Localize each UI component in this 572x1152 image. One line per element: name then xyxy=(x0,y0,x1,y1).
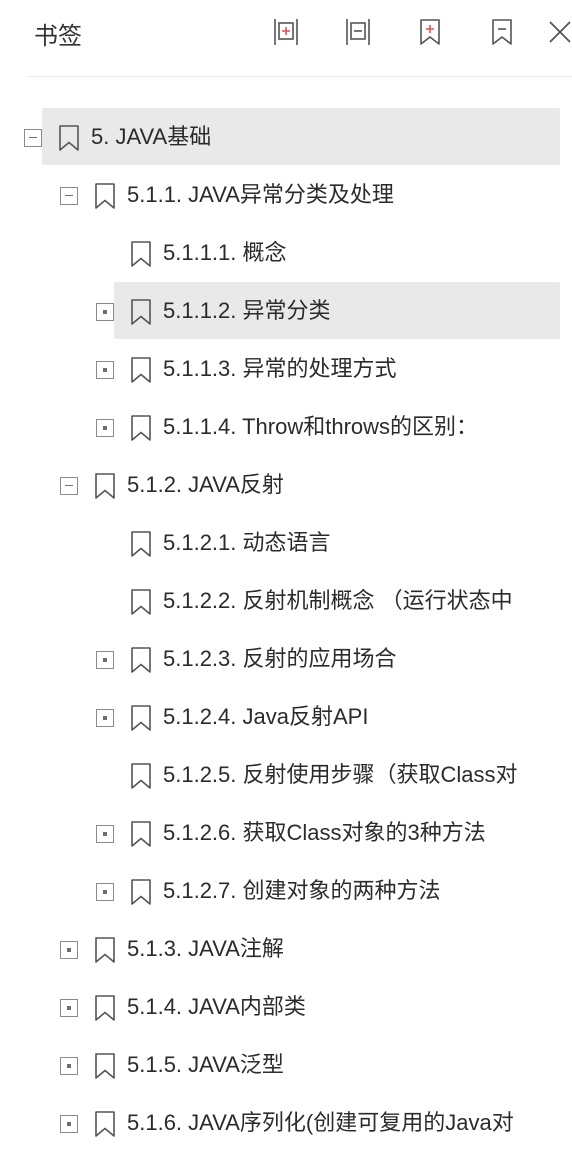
bookmark-icon xyxy=(131,821,151,847)
expand-toggle-icon[interactable] xyxy=(60,941,78,959)
bookmark-icon xyxy=(131,241,151,267)
add-bookmark-icon[interactable] xyxy=(414,16,446,48)
bookmark-icon xyxy=(131,299,151,325)
bookmark-icon xyxy=(95,183,115,209)
expand-toggle-icon[interactable] xyxy=(96,361,114,379)
bookmark-icon xyxy=(131,357,151,383)
bookmark-label: 5.1.2.2. 反射机制概念 （运行状态中 xyxy=(163,588,513,613)
bookmark-item[interactable]: 5.1.1.4. Throw和throws的区别： xyxy=(0,398,572,456)
delete-bookmark-icon[interactable] xyxy=(486,16,518,48)
close-icon[interactable] xyxy=(544,16,572,48)
bookmark-label: 5.1.1.2. 异常分类 xyxy=(163,298,331,323)
bookmark-item[interactable]: 5.1.3. JAVA注解 xyxy=(0,920,572,978)
bookmark-item[interactable]: 5.1.2.5. 反射使用步骤（获取Class对 xyxy=(0,746,572,804)
collapse-toggle-icon[interactable] xyxy=(24,129,42,147)
bookmark-label: 5.1.2.7. 创建对象的两种方法 xyxy=(163,878,441,903)
expand-toggle-icon[interactable] xyxy=(60,1115,78,1133)
bookmark-tree: 5. JAVA基础 5.1.1. JAVA异常分类及处理 5.1.1.1. 概念 5.… xyxy=(0,108,572,1152)
expand-toggle-icon[interactable] xyxy=(96,651,114,669)
bookmark-label: 5.1.1.4. Throw和throws的区别： xyxy=(163,414,479,439)
bookmark-icon xyxy=(131,647,151,673)
bookmark-icon xyxy=(95,937,115,963)
panel-title: 书签 xyxy=(34,23,82,50)
bookmark-icon xyxy=(131,415,151,441)
bookmark-item[interactable]: 5. JAVA基础 xyxy=(0,108,572,166)
expand-toggle-icon[interactable] xyxy=(60,999,78,1017)
bookmark-icon xyxy=(131,763,151,789)
bookmark-label: 5.1.1.1. 概念 xyxy=(163,240,287,265)
bookmark-item[interactable]: 5.1.2.3. 反射的应用场合 xyxy=(0,630,572,688)
bookmark-item[interactable]: 5.1.4. JAVA内部类 xyxy=(0,978,572,1036)
bookmark-label: 5.1.2. JAVA反射 xyxy=(127,472,284,497)
bookmark-item[interactable]: 5.1.2.2. 反射机制概念 （运行状态中 xyxy=(0,572,572,630)
bookmark-icon xyxy=(131,705,151,731)
bookmark-item[interactable]: 5.1.2.6. 获取Class对象的3种方法 xyxy=(0,804,572,862)
bookmark-label: 5.1.2.4. Java反射API xyxy=(163,704,369,729)
bookmark-item[interactable]: 5.1.2.7. 创建对象的两种方法 xyxy=(0,862,572,920)
expand-toggle-icon[interactable] xyxy=(96,883,114,901)
bookmark-label: 5.1.2.5. 反射使用步骤（获取Class对 xyxy=(163,762,518,787)
bookmark-label: 5.1.1.3. 异常的处理方式 xyxy=(163,356,397,381)
bookmark-item[interactable]: 5.1.1.1. 概念 xyxy=(0,224,572,282)
bookmark-label: 5.1.4. JAVA内部类 xyxy=(127,994,306,1019)
bookmark-item[interactable]: 5.1.1. JAVA异常分类及处理 xyxy=(0,166,572,224)
expand-all-icon[interactable] xyxy=(270,16,302,48)
bookmark-item[interactable]: 5.1.2. JAVA反射 xyxy=(0,456,572,514)
bookmark-item[interactable]: 5.1.1.3. 异常的处理方式 xyxy=(0,340,572,398)
collapse-toggle-icon[interactable] xyxy=(60,477,78,495)
bookmark-icon xyxy=(95,1053,115,1079)
bookmark-icon xyxy=(95,473,115,499)
bookmark-label: 5.1.3. JAVA注解 xyxy=(127,936,284,961)
collapse-all-icon[interactable] xyxy=(342,16,374,48)
collapse-toggle-icon[interactable] xyxy=(60,187,78,205)
bookmark-label: 5.1.1. JAVA异常分类及处理 xyxy=(127,182,394,207)
bookmark-icon xyxy=(131,589,151,615)
expand-toggle-icon[interactable] xyxy=(60,1057,78,1075)
bookmark-label: 5.1.6. JAVA序列化(创建可复用的Java对 xyxy=(127,1110,514,1135)
bookmark-label: 5.1.2.1. 动态语言 xyxy=(163,530,331,555)
bookmark-label: 5. JAVA基础 xyxy=(91,124,212,149)
bookmark-item[interactable]: 5.1.2.1. 动态语言 xyxy=(0,514,572,572)
expand-toggle-icon[interactable] xyxy=(96,825,114,843)
bookmark-icon xyxy=(95,1111,115,1137)
bookmark-icon xyxy=(131,879,151,905)
bookmark-icon xyxy=(131,531,151,557)
expand-toggle-icon[interactable] xyxy=(96,709,114,727)
bookmark-icon xyxy=(95,995,115,1021)
expand-toggle-icon[interactable] xyxy=(96,419,114,437)
bookmark-item[interactable]: 5.1.5. JAVA泛型 xyxy=(0,1036,572,1094)
bookmark-item[interactable]: 5.1.6. JAVA序列化(创建可复用的Java对 xyxy=(0,1094,572,1152)
bookmark-item[interactable]: 5.1.1.2. 异常分类 xyxy=(0,282,572,340)
bookmark-item[interactable]: 5.1.2.4. Java反射API xyxy=(0,688,572,746)
bookmark-icon xyxy=(59,125,79,151)
header-divider xyxy=(28,76,572,77)
expand-toggle-icon[interactable] xyxy=(96,303,114,321)
bookmark-label: 5.1.2.6. 获取Class对象的3种方法 xyxy=(163,820,486,845)
bookmark-panel-header: 书签 xyxy=(0,0,572,77)
bookmark-label: 5.1.2.3. 反射的应用场合 xyxy=(163,646,397,671)
bookmark-label: 5.1.5. JAVA泛型 xyxy=(127,1052,284,1077)
